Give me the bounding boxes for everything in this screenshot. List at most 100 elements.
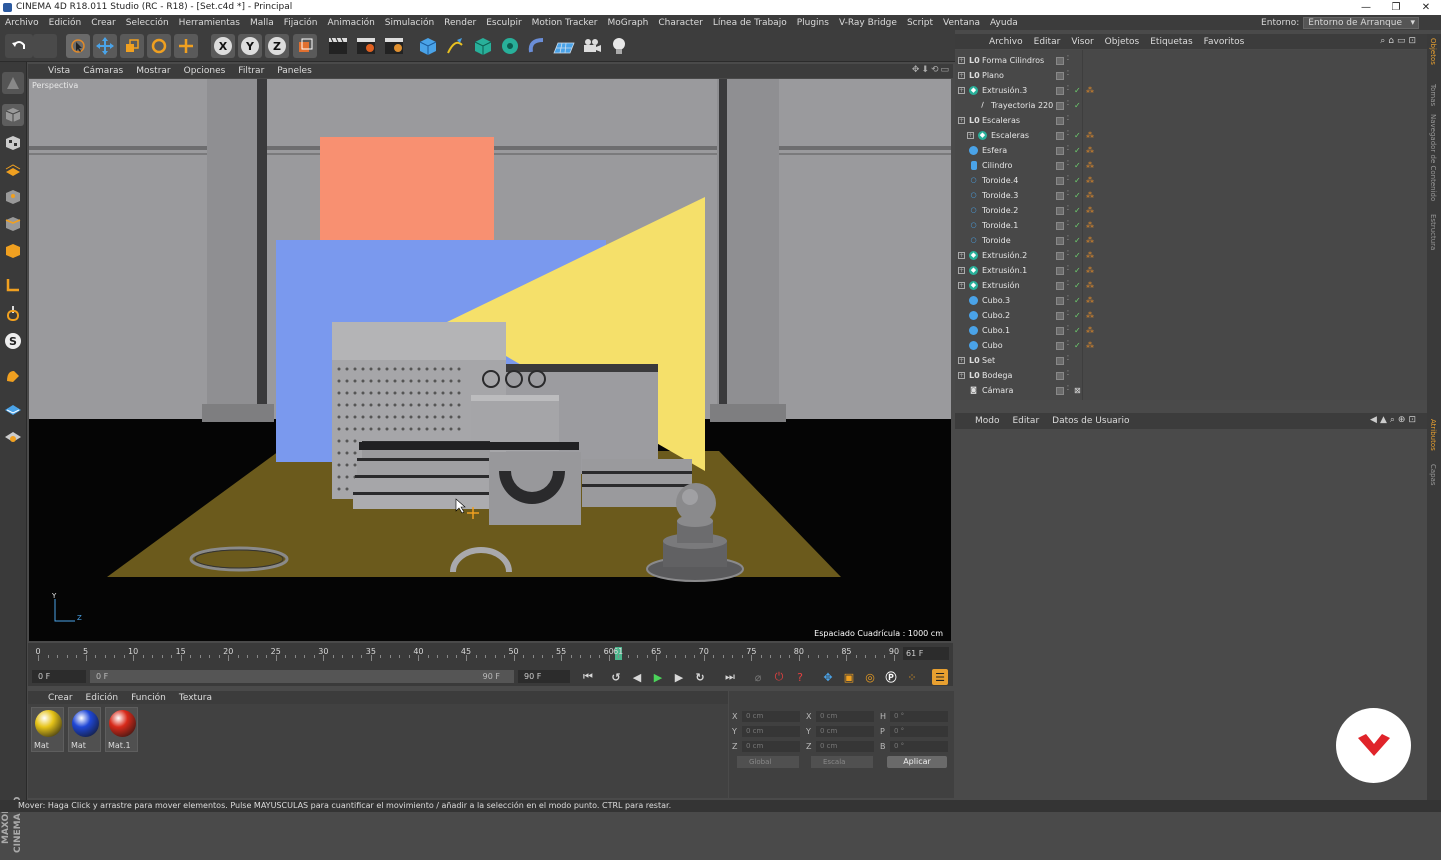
phong-tag-icon[interactable]: ⁂ <box>1086 87 1095 95</box>
previous-key-icon[interactable]: ↺ <box>608 669 624 685</box>
phong-tag-icon[interactable]: ⁂ <box>1086 222 1095 230</box>
phong-tag-icon[interactable]: ⁂ <box>1086 177 1095 185</box>
phong-tag-icon[interactable]: ⁂ <box>1086 252 1095 260</box>
menu-item[interactable]: Esculpir <box>486 18 521 28</box>
object-menu-item[interactable]: Visor <box>1071 37 1093 47</box>
workplane-lock-icon[interactable] <box>2 399 24 421</box>
layer-swatch-icon[interactable] <box>1056 162 1064 170</box>
undo-icon[interactable] <box>5 34 33 58</box>
timeline-ruler[interactable]: 05101520253035404550556061657075808590 6… <box>28 643 953 667</box>
menu-item[interactable]: Motion Tracker <box>532 18 598 28</box>
visibility-dots-icon[interactable]: ⁚ <box>1067 372 1071 380</box>
expand-toggle-icon[interactable]: + <box>958 72 965 79</box>
render-view-icon[interactable] <box>326 34 350 58</box>
tab-takes[interactable]: Tomas <box>1429 84 1437 106</box>
object-menu-item[interactable]: Etiquetas <box>1150 37 1192 47</box>
layer-swatch-icon[interactable] <box>1056 342 1064 350</box>
menu-item[interactable]: Character <box>658 18 702 28</box>
coordinate-value-field[interactable]: 0 ° <box>890 711 948 722</box>
tweak-mode-icon[interactable] <box>2 302 24 324</box>
material-swatch[interactable]: Mat.1 <box>105 707 138 752</box>
layer-swatch-icon[interactable] <box>1056 297 1064 305</box>
visibility-dots-icon[interactable]: ⁚ <box>1067 72 1071 80</box>
viewport-menu-item[interactable]: Filtrar <box>238 66 264 76</box>
range-slider[interactable]: 0 F 90 F <box>90 670 514 683</box>
apply-button[interactable]: Aplicar <box>887 756 947 768</box>
restore-button[interactable]: ❐ <box>1381 0 1411 15</box>
expand-toggle-icon[interactable]: + <box>958 372 965 379</box>
object-row[interactable]: ○Toroide.2⁚✓⁂ <box>955 203 1427 218</box>
close-button[interactable]: ✕ <box>1411 0 1441 15</box>
expand-toggle-icon[interactable]: + <box>958 57 965 64</box>
object-row[interactable]: +◆Extrusión.1⁚✓⁂ <box>955 263 1427 278</box>
phong-tag-icon[interactable]: ⁂ <box>1086 192 1095 200</box>
phong-tag-icon[interactable]: ⁂ <box>1086 132 1095 140</box>
polygons-mode-icon[interactable] <box>2 240 24 262</box>
scale-icon[interactable] <box>120 34 144 58</box>
layout-dropdown[interactable]: Entorno de Arranque <box>1303 17 1419 29</box>
record-scale-icon[interactable]: ▣ <box>841 669 857 685</box>
move-icon[interactable] <box>93 34 117 58</box>
layer-swatch-icon[interactable] <box>1056 147 1064 155</box>
tab-layers[interactable]: Capas <box>1429 464 1437 486</box>
layer-swatch-icon[interactable] <box>1056 57 1064 65</box>
menu-item[interactable]: V-Ray Bridge <box>839 18 897 28</box>
object-row[interactable]: +L0Plano⁚ <box>955 68 1427 83</box>
object-menu-item[interactable]: Favoritos <box>1204 37 1245 47</box>
layer-swatch-icon[interactable] <box>1056 372 1064 380</box>
menu-item[interactable]: Plugins <box>797 18 829 28</box>
visibility-dots-icon[interactable]: ⁚ <box>1067 237 1071 245</box>
object-row[interactable]: Cilindro⁚✓⁂ <box>955 158 1427 173</box>
coordinate-value-field[interactable]: 0 ° <box>890 726 948 737</box>
object-menu-item[interactable]: Objetos <box>1105 37 1140 47</box>
edges-mode-icon[interactable] <box>2 213 24 235</box>
rotate-icon[interactable] <box>147 34 171 58</box>
visibility-dots-icon[interactable]: ⁚ <box>1067 327 1071 335</box>
perspective-viewport[interactable]: Perspectiva Espaciado Cuadrícula : 1000 … <box>29 79 951 641</box>
step-back-icon[interactable]: ◀ <box>629 669 645 685</box>
menu-item[interactable]: Simulación <box>385 18 434 28</box>
phong-tag-icon[interactable]: ⁂ <box>1086 147 1095 155</box>
material-swatch[interactable]: Mat <box>31 707 64 752</box>
coordinate-value-field[interactable]: 0 ° <box>890 741 948 752</box>
play-icon[interactable]: ▶ <box>650 669 666 685</box>
object-row[interactable]: Cubo⁚✓⁂ <box>955 338 1427 353</box>
tab-objects[interactable]: Objetos <box>1429 38 1437 65</box>
visibility-dots-icon[interactable]: ⁚ <box>1067 342 1071 350</box>
texture-mode-icon[interactable] <box>2 132 24 154</box>
object-row[interactable]: +◆Extrusión.3⁚✓⁂ <box>955 83 1427 98</box>
phong-tag-icon[interactable]: ⁂ <box>1086 162 1095 170</box>
layer-swatch-icon[interactable] <box>1056 192 1064 200</box>
viewport-menu-item[interactable]: Vista <box>48 66 70 76</box>
expand-toggle-icon[interactable]: + <box>958 117 965 124</box>
viewport-menu-item[interactable]: Cámaras <box>83 66 123 76</box>
record-parameter-icon[interactable]: Ⓟ <box>883 669 899 685</box>
object-row[interactable]: ◙Cámara⁚⊠ <box>955 383 1427 398</box>
layer-swatch-icon[interactable] <box>1056 267 1064 275</box>
transform-icon[interactable] <box>174 34 198 58</box>
menu-item[interactable]: Render <box>444 18 476 28</box>
material-menu-item[interactable]: Crear <box>48 693 73 703</box>
menu-item[interactable]: Selección <box>126 18 169 28</box>
layer-swatch-icon[interactable] <box>1056 87 1064 95</box>
viewport-menu-item[interactable]: Mostrar <box>136 66 170 76</box>
menu-item[interactable]: Ayuda <box>990 18 1018 28</box>
visibility-dots-icon[interactable]: ⁚ <box>1067 162 1071 170</box>
go-to-end-icon[interactable]: ⏭ <box>722 669 738 685</box>
quantize-icon[interactable] <box>2 365 24 387</box>
phong-tag-icon[interactable]: ⁂ <box>1086 342 1095 350</box>
coordinate-value-field[interactable]: 0 cm <box>816 711 874 722</box>
snap-icon[interactable]: S <box>2 330 24 352</box>
coordinate-system-dropdown[interactable]: Global <box>737 756 799 768</box>
timeline-track[interactable]: 05101520253035404550556061657075808590 <box>36 647 916 665</box>
object-row[interactable]: Cubo.1⁚✓⁂ <box>955 323 1427 338</box>
tab-attributes[interactable]: Atributos <box>1429 419 1437 451</box>
attributes-menu-item[interactable]: Editar <box>1013 416 1040 426</box>
object-row[interactable]: ○Toroide.4⁚✓⁂ <box>955 173 1427 188</box>
menu-item[interactable]: MoGraph <box>608 18 649 28</box>
visibility-dots-icon[interactable]: ⁚ <box>1067 222 1071 230</box>
menu-item[interactable]: Script <box>907 18 933 28</box>
viewport-nav-icons[interactable]: ✥⬇⟲▭ <box>912 65 951 75</box>
object-row[interactable]: +◆Extrusión.2⁚✓⁂ <box>955 248 1427 263</box>
tab-content-browser[interactable]: Navegador de Contenido <box>1429 114 1437 201</box>
